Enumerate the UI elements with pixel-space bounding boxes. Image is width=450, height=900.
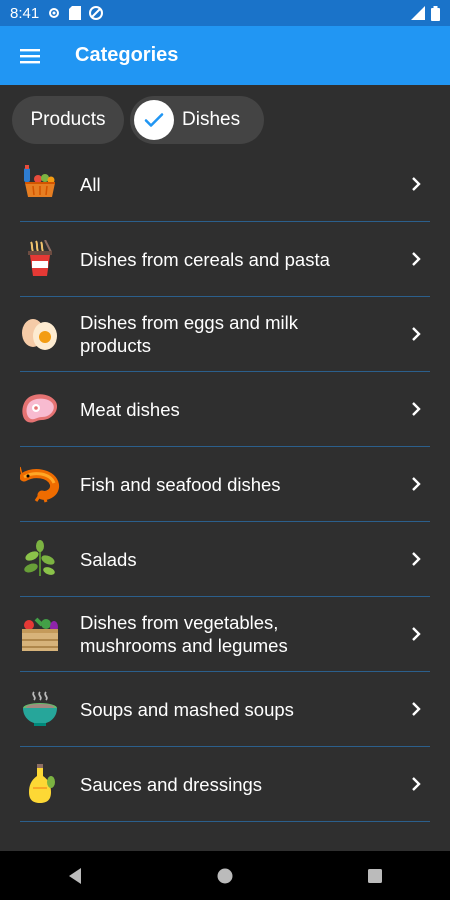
category-list: All Dishes from cereals and pasta Dishes… [0, 147, 450, 822]
category-label: Soups and mashed soups [80, 698, 294, 720]
category-label: Dishes from vegetables, mushrooms and le… [80, 612, 288, 656]
check-icon [134, 100, 174, 140]
category-row-all[interactable]: All [20, 147, 430, 222]
home-button[interactable] [216, 867, 234, 885]
category-label: Dishes from cereals and pasta [80, 248, 330, 270]
category-row-meat[interactable]: Meat dishes [20, 372, 430, 447]
app-bar: Categories [0, 26, 450, 85]
chip-products-label: Products [30, 109, 106, 130]
category-row-cereals-pasta[interactable]: Dishes from cereals and pasta [20, 222, 430, 297]
noodle-cup-icon [20, 239, 60, 279]
soup-bowl-icon [20, 689, 60, 729]
back-button[interactable] [66, 867, 84, 885]
category-label: Dishes from eggs and milk products [80, 312, 298, 356]
sim-card-icon [69, 6, 82, 20]
chevron-right-icon [412, 552, 421, 566]
oil-bottle-icon [20, 764, 60, 804]
chevron-right-icon [412, 252, 421, 266]
category-label: Meat dishes [80, 398, 180, 420]
signal-icon [411, 6, 425, 20]
category-row-salads[interactable]: Salads [20, 522, 430, 597]
settings-status-icon [49, 8, 60, 18]
chip-dishes-label: Dishes [182, 109, 241, 130]
category-label: Fish and seafood dishes [80, 473, 281, 495]
grocery-basket-icon [20, 164, 60, 204]
chevron-right-icon [412, 702, 421, 716]
recents-button[interactable] [366, 867, 384, 885]
category-row-fish-seafood[interactable]: Fish and seafood dishes [20, 447, 430, 522]
status-time: 8:41 [10, 4, 40, 22]
steak-icon [20, 389, 60, 429]
chevron-right-icon [412, 477, 421, 491]
hamburger-menu-icon [20, 48, 40, 63]
menu-button[interactable] [0, 26, 60, 85]
battery-icon [431, 5, 440, 21]
shrimp-icon [20, 464, 60, 504]
chevron-right-icon [412, 327, 421, 341]
chevron-right-icon [412, 777, 421, 791]
chevron-right-icon [412, 627, 421, 641]
category-label: All [80, 173, 101, 195]
chevron-right-icon [412, 402, 421, 416]
vegetable-crate-icon [20, 614, 60, 654]
status-bar: 8:41 [0, 0, 450, 26]
herb-leaves-icon [20, 539, 60, 579]
chevron-right-icon [412, 177, 421, 191]
category-row-sauces[interactable]: Sauces and dressings [20, 747, 430, 822]
category-label: Sauces and dressings [80, 773, 263, 795]
chip-products[interactable]: Products [12, 96, 124, 144]
category-type-chips: Products Dishes [12, 96, 264, 144]
category-row-soups[interactable]: Soups and mashed soups [20, 672, 430, 747]
eggs-icon [20, 314, 60, 354]
no-sync-icon [89, 6, 104, 20]
chip-dishes[interactable]: Dishes [130, 96, 264, 144]
system-nav-bar [0, 851, 450, 900]
category-label: Salads [80, 548, 137, 570]
category-row-eggs-milk[interactable]: Dishes from eggs and milk products [20, 297, 430, 372]
category-row-vegetables[interactable]: Dishes from vegetables, mushrooms and le… [20, 597, 430, 672]
page-title: Categories [75, 44, 179, 66]
